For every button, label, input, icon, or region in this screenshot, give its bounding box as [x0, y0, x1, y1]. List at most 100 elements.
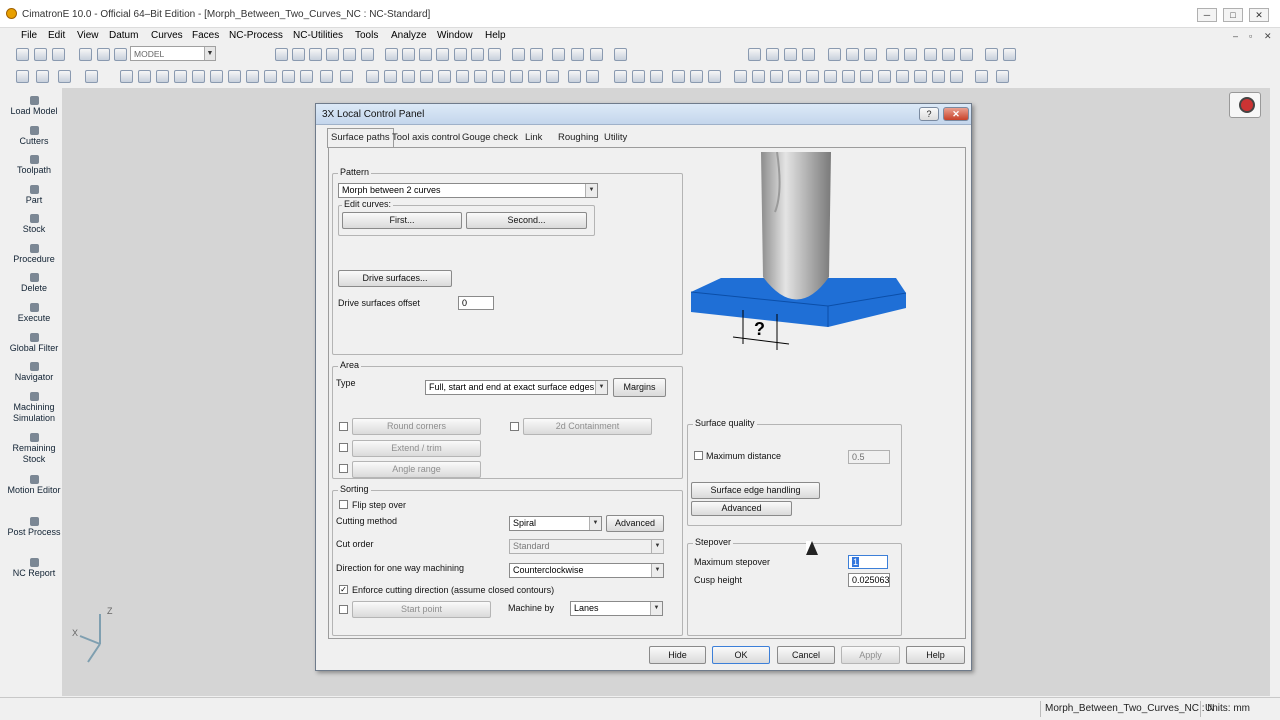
zoom-icon[interactable]	[292, 48, 305, 61]
area-type-select[interactable]: Full, start and end at exact surface edg…	[425, 380, 608, 395]
composite-icon[interactable]	[156, 70, 169, 83]
margins-button[interactable]: Margins	[613, 378, 666, 397]
contour-icon[interactable]	[210, 70, 223, 83]
tab-tool-axis-control[interactable]: Tool axis control	[389, 131, 463, 144]
help-button[interactable]: Help	[906, 646, 965, 664]
second-curve-button[interactable]: Second...	[466, 212, 587, 229]
tab-utility[interactable]: Utility	[601, 131, 630, 144]
menu-edit[interactable]: Edit	[48, 30, 65, 41]
extend-trim-button[interactable]: Extend / trim	[352, 440, 481, 457]
symbol-icon[interactable]	[950, 70, 963, 83]
view-bottom-icon[interactable]	[471, 48, 484, 61]
menu-analyze[interactable]: Analyze	[391, 30, 427, 41]
sidebar-item-global-filter[interactable]: Global Filter	[6, 333, 62, 354]
arc-icon[interactable]	[788, 70, 801, 83]
menu-nc-process[interactable]: NC-Process	[229, 30, 283, 41]
shading-icon[interactable]	[552, 48, 565, 61]
max-distance-checkbox[interactable]	[694, 451, 703, 460]
model-combo[interactable]: MODEL ▼	[130, 46, 216, 61]
zigzag-icon[interactable]	[586, 70, 599, 83]
scale-icon[interactable]	[690, 70, 703, 83]
angle-range-checkbox[interactable]	[339, 464, 348, 473]
ok-button[interactable]: OK	[712, 646, 770, 664]
drive-offset-input[interactable]: 0	[458, 296, 494, 310]
fillet-icon[interactable]	[824, 70, 837, 83]
round-corners-button[interactable]: Round corners	[352, 418, 481, 435]
sidebar-item-procedure[interactable]: Procedure	[6, 244, 62, 265]
pan-icon[interactable]	[326, 48, 339, 61]
display-mode-icon[interactable]	[590, 48, 603, 61]
sidebar-item-post-process[interactable]: Post Process	[6, 517, 62, 538]
minimize-button[interactable]: ─	[1197, 8, 1217, 22]
max-stepover-input[interactable]: 1	[848, 555, 888, 569]
view-side-icon[interactable]	[436, 48, 449, 61]
open-folder-icon[interactable]	[34, 48, 47, 61]
table-icon[interactable]	[384, 70, 397, 83]
cloud-icon[interactable]	[97, 48, 110, 61]
angle-range-button[interactable]: Angle range	[352, 461, 481, 478]
render-icon[interactable]	[512, 48, 525, 61]
light-bulb-icon[interactable]	[846, 48, 859, 61]
view-back-icon[interactable]	[454, 48, 467, 61]
surface-edge-handling-button[interactable]: Surface edge handling	[691, 482, 820, 499]
nc-mode-icon[interactable]	[1229, 92, 1261, 118]
sidebar-item-load-model[interactable]: Load Model	[6, 96, 62, 117]
plane-icon[interactable]	[996, 70, 1009, 83]
direction-select[interactable]: Counterclockwise ▼	[509, 563, 664, 578]
part-icon[interactable]	[246, 70, 259, 83]
layer-icon[interactable]	[614, 48, 627, 61]
sidebar-item-remaining-stock[interactable]: Remaining Stock	[6, 433, 62, 465]
arrow-right-icon[interactable]	[904, 48, 917, 61]
select-icon[interactable]	[16, 70, 29, 83]
line-icon[interactable]	[734, 70, 747, 83]
sphere-icon[interactable]	[456, 70, 469, 83]
extend-trim-checkbox[interactable]	[339, 443, 348, 452]
view-front-icon[interactable]	[402, 48, 415, 61]
move-icon[interactable]	[343, 48, 356, 61]
pointer-plus-icon[interactable]	[340, 70, 353, 83]
tab-link[interactable]: Link	[522, 131, 545, 144]
sidebar-item-execute[interactable]: Execute	[6, 303, 62, 324]
cut-order-select[interactable]: Standard ▼	[509, 539, 664, 554]
face-icon[interactable]	[192, 70, 205, 83]
axis-icon[interactable]	[975, 70, 988, 83]
filter-icon[interactable]	[960, 48, 973, 61]
rectangle-icon[interactable]	[860, 70, 873, 83]
max-distance-input[interactable]: 0.5	[848, 450, 890, 464]
dialog-help-button[interactable]: ?	[919, 107, 939, 121]
spline-icon[interactable]	[806, 70, 819, 83]
frame-icon[interactable]	[748, 48, 761, 61]
sorting-advanced-button[interactable]: Advanced	[606, 515, 664, 532]
flip-step-over-checkbox[interactable]	[339, 500, 348, 509]
check-icon[interactable]	[568, 70, 581, 83]
sidebar-item-motion-editor[interactable]: Motion Editor	[6, 475, 62, 496]
round-corners-checkbox[interactable]	[339, 422, 348, 431]
menu-nc-utilities[interactable]: NC-Utilities	[293, 30, 343, 41]
sidebar-item-machining-simulation[interactable]: Machining Simulation	[6, 392, 62, 424]
drive-surfaces-button[interactable]: Drive surfaces...	[338, 270, 452, 287]
section-icon[interactable]	[571, 48, 584, 61]
delete-icon[interactable]	[36, 70, 49, 83]
hide-button[interactable]: Hide	[649, 646, 706, 664]
mdi-close-button[interactable]: ✕	[1264, 31, 1272, 42]
dimension-icon[interactable]	[914, 70, 927, 83]
cutting-method-select[interactable]: Spiral ▼	[509, 516, 602, 531]
tree-icon[interactable]	[942, 48, 955, 61]
close-button[interactable]: ✕	[1249, 8, 1269, 22]
maximize-button[interactable]: □	[1223, 8, 1243, 22]
rotate-icon[interactable]	[361, 48, 374, 61]
filter-arrow-icon[interactable]	[85, 70, 98, 83]
cube-icon[interactable]	[366, 70, 379, 83]
sidebar-item-cutters[interactable]: Cutters	[6, 126, 62, 147]
options-icon[interactable]	[1003, 48, 1016, 61]
containment-button[interactable]: 2d Containment	[523, 418, 652, 435]
zoom-window-icon[interactable]	[275, 48, 288, 61]
copy-icon[interactable]	[114, 48, 127, 61]
sidebar-item-toolpath[interactable]: Toolpath	[6, 155, 62, 176]
stock-icon[interactable]	[228, 70, 241, 83]
ellipse-icon[interactable]	[842, 70, 855, 83]
offset-icon[interactable]	[650, 70, 663, 83]
start-point-checkbox[interactable]	[339, 605, 348, 614]
start-point-button[interactable]: Start point	[352, 601, 491, 618]
view-right-icon[interactable]	[488, 48, 501, 61]
